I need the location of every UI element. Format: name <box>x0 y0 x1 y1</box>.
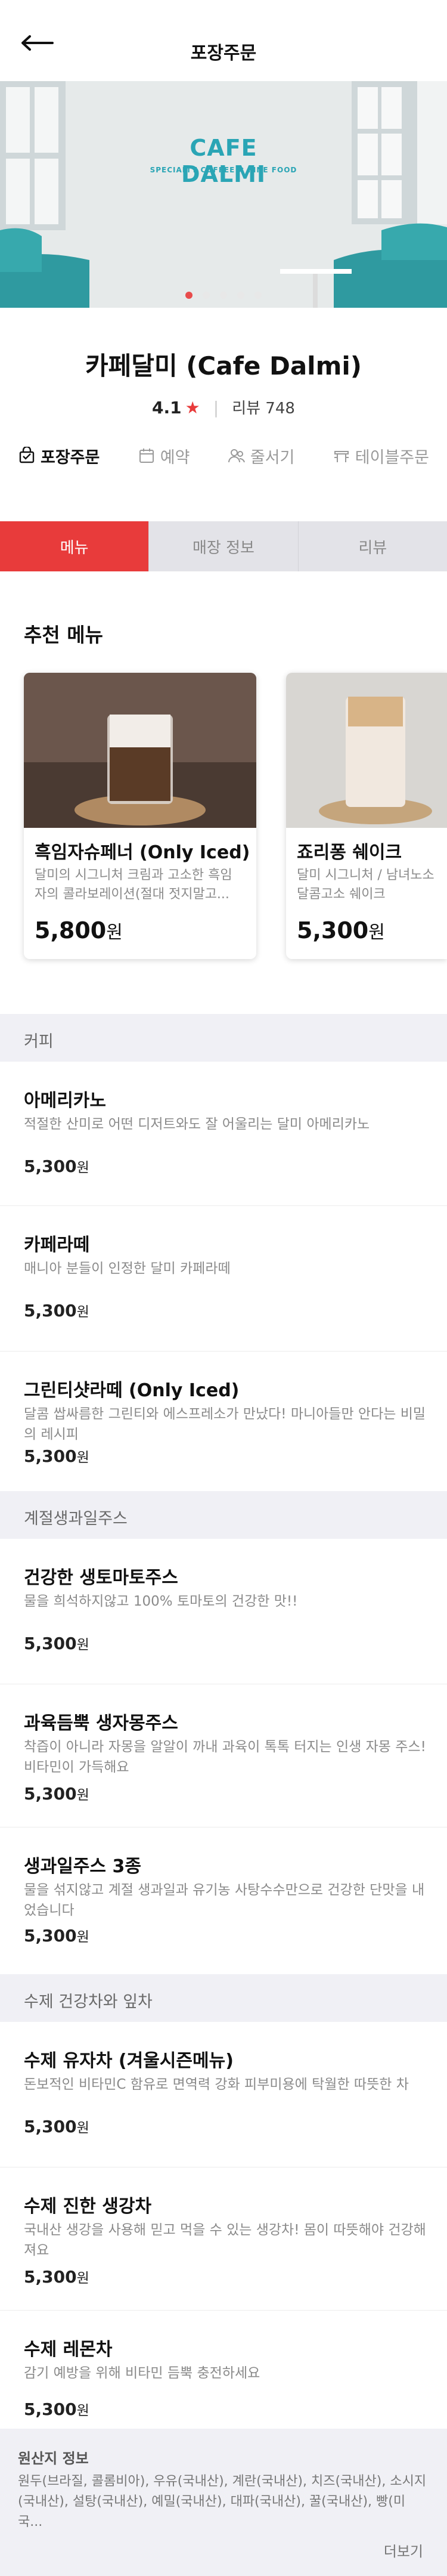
menu-item-price: 5,300원 <box>24 2117 89 2136</box>
menu-item-name: 그린티샷라떼 (Only Iced) <box>24 1380 240 1401</box>
recommended-card[interactable]: 흑임자슈페너 (Only Iced) 달미의 시그니처 크림과 고소한 흑임자의… <box>24 673 256 959</box>
menu-item-desc: 돈보적인 비타민C 함유로 면역력 강화 피부미용에 탁월한 따뜻한 차 <box>24 2077 409 2092</box>
menu-item[interactable]: 생과일주스 3종 물을 섞지않고 계절 생과일과 유기농 사탕수수만으로 건강한… <box>0 1827 447 1974</box>
menu-item-name: 건강한 생토마토주스 <box>24 1567 178 1588</box>
menu-item-desc: 국내산 생강을 사용해 믿고 먹을 수 있는 생강차! 몸이 따뜻해야 건강해져… <box>24 2222 426 2258</box>
more-button[interactable]: 더보기 <box>384 2540 423 2560</box>
menu-item-desc: 물을 섞지않고 계절 생과일과 유기농 사탕수수만으로 건강한 단맛을 내었습니… <box>24 1882 425 1918</box>
carousel-dot[interactable] <box>254 292 262 299</box>
hero-logo-title: CAFE DALMI <box>181 135 266 187</box>
menu-item-price: 5,300원 <box>24 1926 89 1946</box>
tab-menu[interactable]: 메뉴 <box>0 521 149 571</box>
origin-info-title: 원산지 정보 <box>18 2450 89 2467</box>
menu-item-desc: 물을 희석하지않고 100% 토마토의 건강한 맛!! <box>24 1594 298 1609</box>
divider: | <box>213 398 219 418</box>
menu-photo <box>24 673 256 828</box>
order-type-label: 테이블주문 <box>355 448 429 467</box>
menu-item[interactable]: 아메리카노 적절한 산미로 어떤 디저트와도 잘 어울리는 달미 아메리카노 5… <box>0 1062 447 1206</box>
menu-item-desc: 착즙이 아니라 자몽을 알알이 까내 과육이 톡톡 터지는 인생 자몽 주스! … <box>24 1739 426 1775</box>
carousel-dot[interactable] <box>185 292 193 299</box>
menu-item[interactable]: 그린티샷라떼 (Only Iced) 달콤 쌉싸름한 그린티와 에스프레소가 만… <box>0 1352 447 1491</box>
star-icon: ★ <box>185 398 200 418</box>
origin-info: 원산지 정보 원두(브라질, 콜롬비아), 우유(국내산), 계란(국내산), … <box>0 2429 447 2576</box>
origin-info-text: 원두(브라질, 콜롬비아), 우유(국내산), 계란(국내산), 치즈(국내산)… <box>18 2474 427 2529</box>
menu-item[interactable]: 수제 진한 생강차 국내산 생강을 사용해 믿고 먹을 수 있는 생강차! 몸이… <box>0 2167 447 2311</box>
order-type-takeout[interactable]: 포장주문 <box>18 441 100 470</box>
menu-item-desc: 매니아 분들이 인정한 달미 카페라떼 <box>24 1261 231 1276</box>
carousel-dot[interactable] <box>202 292 210 299</box>
store-name: 카페달미 (Cafe Dalmi) <box>85 351 362 381</box>
menu-item-name: 생과일주스 3종 <box>24 1856 141 1877</box>
bag-icon <box>19 447 35 463</box>
rating-row: 4.1 ★ | 리뷰 748 <box>0 396 447 418</box>
menu-item-name: 아메리카노 <box>24 1090 106 1111</box>
menu-item[interactable]: 과육듬뿍 생자몽주스 착즙이 아니라 자몽을 알알이 까내 과육이 톡톡 터지는… <box>0 1684 447 1827</box>
top-bar: 포장주문 <box>0 0 447 81</box>
section-header-fresh-juice: 계절생과일주스 <box>0 1491 447 1539</box>
order-type-reservation[interactable]: 예약 <box>138 441 190 470</box>
menu-item-price: 5,300원 <box>24 1634 89 1653</box>
store-tabs: 메뉴 매장 정보 리뷰 <box>0 521 447 571</box>
menu-item[interactable]: 카페라떼 매니아 분들이 인정한 달미 카페라떼 5,300원 <box>0 1206 447 1352</box>
hero-banner[interactable]: CAFE DALMI SPECIALTY COFFEE ✖ FINE FOOD <box>0 81 447 308</box>
recommended-price: 5,300원 <box>297 917 385 944</box>
menu-item-desc: 감기 예방을 위해 비타민 듬뿍 충전하세요 <box>24 2365 260 2381</box>
menu-item[interactable]: 수제 레몬차 감기 예방을 위해 비타민 듬뿍 충전하세요 5,300원 <box>0 2311 447 2429</box>
menu-item-name: 카페라떼 <box>24 1235 90 1255</box>
carousel-indicator <box>0 290 447 301</box>
menu-item-name: 수제 유자차 (겨울시즌메뉴) <box>24 2051 234 2071</box>
carousel-dot[interactable] <box>237 292 245 299</box>
menu-item-price: 5,300원 <box>24 2399 89 2419</box>
recommended-name: 흑임자슈페너 (Only Iced) <box>35 842 250 863</box>
hero-logo-subtitle: SPECIALTY COFFEE ✖ FINE FOOD <box>150 166 297 174</box>
tab-store-info[interactable]: 매장 정보 <box>148 521 298 571</box>
tab-reviews[interactable]: 리뷰 <box>297 521 447 571</box>
page-title: 포장주문 <box>190 43 257 64</box>
menu-item-desc: 달콤 쌉싸름한 그린티와 에스프레소가 만났다! 마니아들만 안다는 비밀의 레… <box>24 1406 426 1442</box>
review-count-link[interactable]: 리뷰 748 <box>232 400 295 418</box>
menu-item-price: 5,300원 <box>24 1301 89 1321</box>
recommended-desc: 달미 시그니처 / 남녀노소 달콤고소 쉐이크 <box>297 868 434 902</box>
section-header-coffee: 커피 <box>0 1014 447 1062</box>
order-type-table-order[interactable]: 테이블주문 <box>333 441 429 470</box>
section-header-tea: 수제 건강차와 잎차 <box>0 1974 447 2022</box>
menu-item-price: 5,300원 <box>24 2267 89 2287</box>
menu-item-name: 수제 진한 생강차 <box>24 2196 152 2217</box>
menu-item[interactable]: 건강한 생토마토주스 물을 희석하지않고 100% 토마토의 건강한 맛!! 5… <box>0 1539 447 1684</box>
recommended-name: 죠리퐁 쉐이크 <box>297 842 402 863</box>
menu-item-desc: 적절한 산미로 어떤 디저트와도 잘 어울리는 달미 아메리카노 <box>24 1117 370 1132</box>
order-type-label: 줄서기 <box>250 448 295 467</box>
order-type-label: 포장주문 <box>41 448 100 467</box>
carousel-dot[interactable] <box>220 292 227 299</box>
menu-item-name: 과육듬뿍 생자몽주스 <box>24 1713 178 1734</box>
recommended-desc: 달미의 시그니처 크림과 고소한 흑임자의 콜라보레이션(절대 젓지말고... <box>35 868 232 902</box>
recommended-title: 추천 메뉴 <box>24 623 103 647</box>
menu-photo <box>286 673 447 828</box>
order-type-label: 예약 <box>160 448 190 467</box>
recommended-card[interactable]: 죠리퐁 쉐이크 달미 시그니처 / 남녀노소 달콤고소 쉐이크 5,300원 <box>286 673 447 959</box>
order-type-waitlist[interactable]: 줄서기 <box>228 441 295 470</box>
cafe-interior-photo <box>0 81 447 308</box>
menu-item-price: 5,300원 <box>24 1784 89 1804</box>
menu-item-name: 수제 레몬차 <box>24 2339 113 2360</box>
table-icon <box>334 451 349 462</box>
calendar-icon <box>139 449 154 463</box>
menu-item[interactable]: 수제 유자차 (겨울시즌메뉴) 돈보적인 비타민C 함유로 면역력 강화 피부미… <box>0 2022 447 2167</box>
rating-score: 4.1 <box>152 398 182 418</box>
menu-item-price: 5,300원 <box>24 1446 89 1466</box>
recommended-price: 5,800원 <box>35 917 123 944</box>
order-type-selector: 포장주문 예약 줄서기 테이블주문 <box>18 441 429 470</box>
menu-item-price: 5,300원 <box>24 1156 89 1176</box>
people-icon <box>228 449 245 463</box>
